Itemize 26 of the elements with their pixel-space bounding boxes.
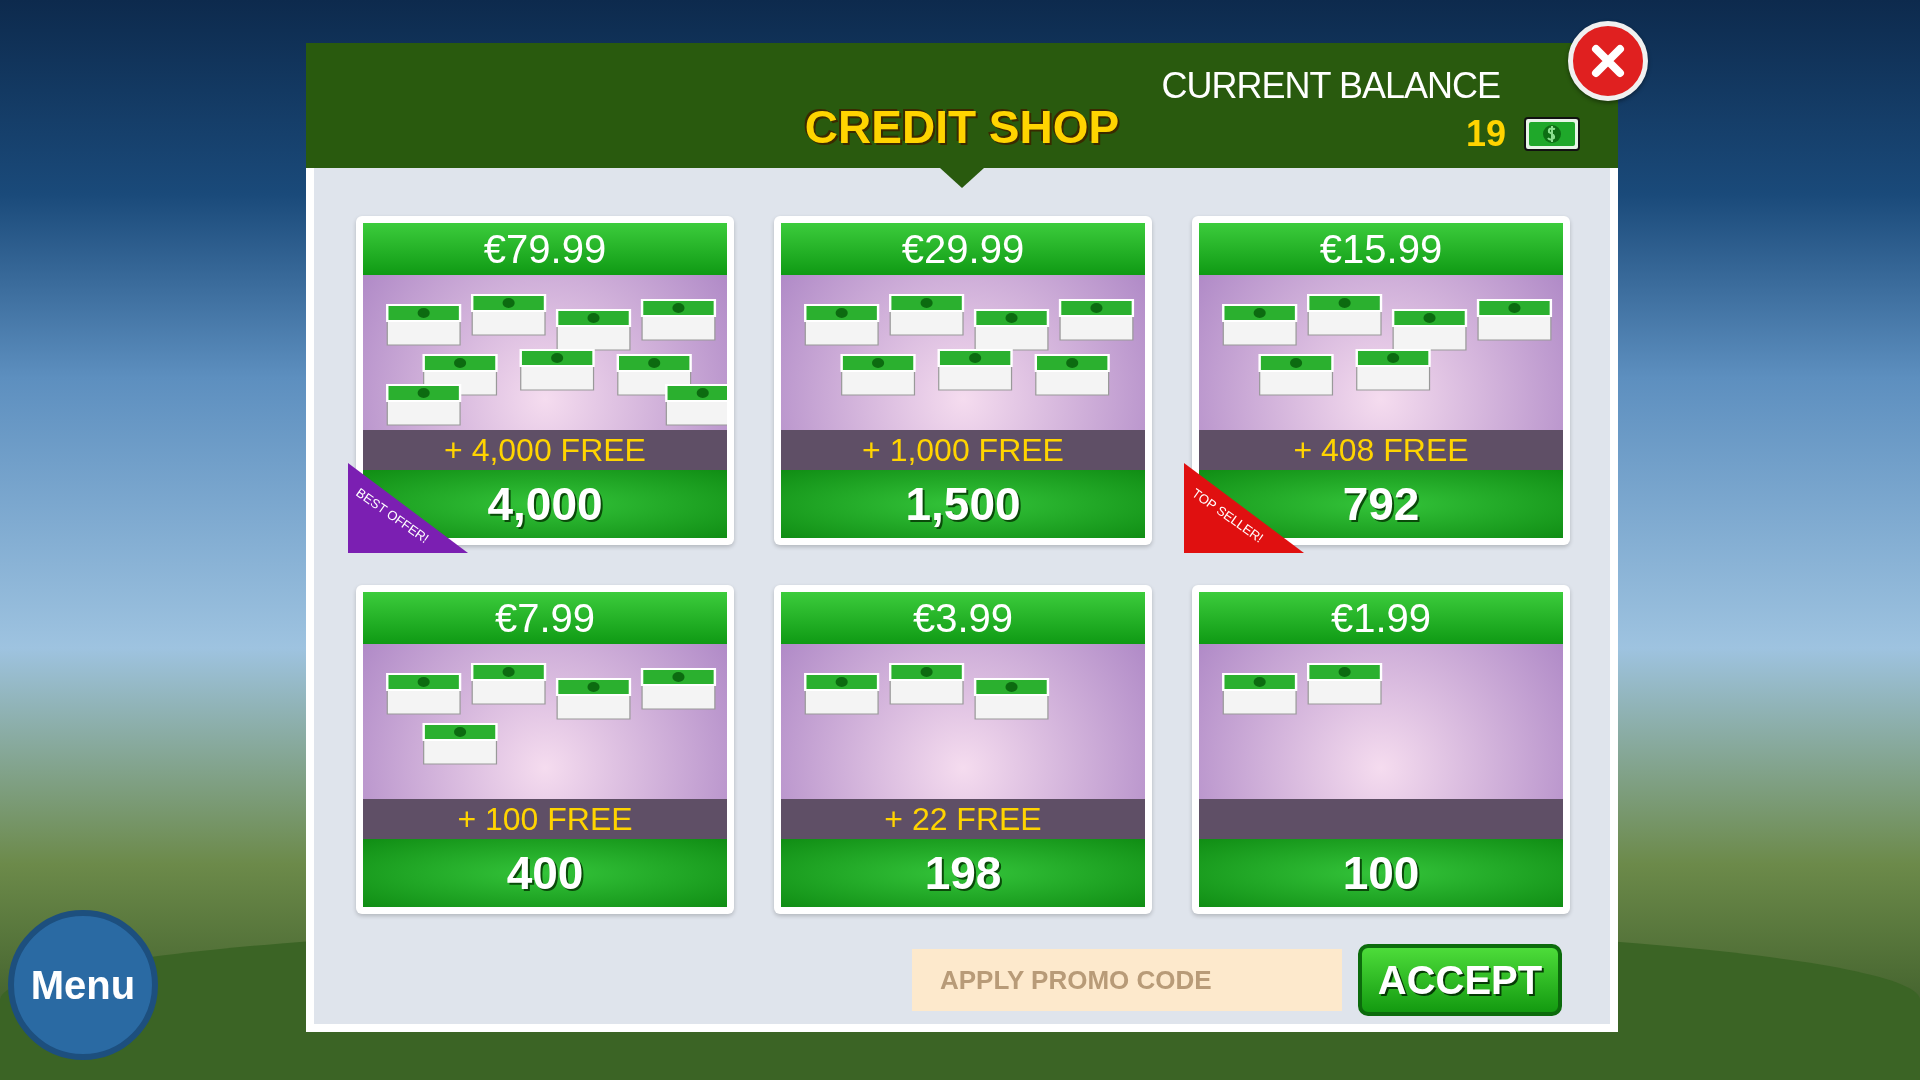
free-bonus-text: + 4,000 FREE [444,431,646,469]
free-bonus-text: + 22 FREE [884,800,1042,838]
pack-price: €15.99 [1199,223,1563,275]
credit-pack-card[interactable]: €3.99 + 22 FREE 198 [774,585,1152,914]
credit-amount: 400 [363,839,727,907]
shop-title: CREDIT SHOP [804,100,1120,154]
credit-amount: 1,500 [781,470,1145,538]
pack-price: €29.99 [781,223,1145,275]
free-bonus-text: + 100 FREE [457,800,633,838]
pack-price: €1.99 [1199,592,1563,644]
credit-pack-card[interactable]: €1.99 100 [1192,585,1570,914]
promo-code-field[interactable]: APPLY PROMO CODE [912,949,1342,1011]
credit-pack-card[interactable]: €7.99 + 100 FREE 400 [356,585,734,914]
balance-value: 19 [1465,113,1506,155]
balance-label: CURRENT BALANCE [1161,65,1500,107]
credit-amount: 100 [1199,839,1563,907]
banknote-icon [1524,117,1580,151]
close-button[interactable] [1568,21,1648,101]
menu-button[interactable]: Menu [8,910,158,1060]
free-bonus-text: + 408 FREE [1293,431,1469,469]
credit-amount: 198 [781,839,1145,907]
pack-price: €7.99 [363,592,727,644]
credit-pack-card[interactable]: €29.99 + 1,000 FREE 1,500 [774,216,1152,545]
pack-price: €3.99 [781,592,1145,644]
pack-price: €79.99 [363,223,727,275]
free-bonus-text: + 1,000 FREE [862,431,1064,469]
